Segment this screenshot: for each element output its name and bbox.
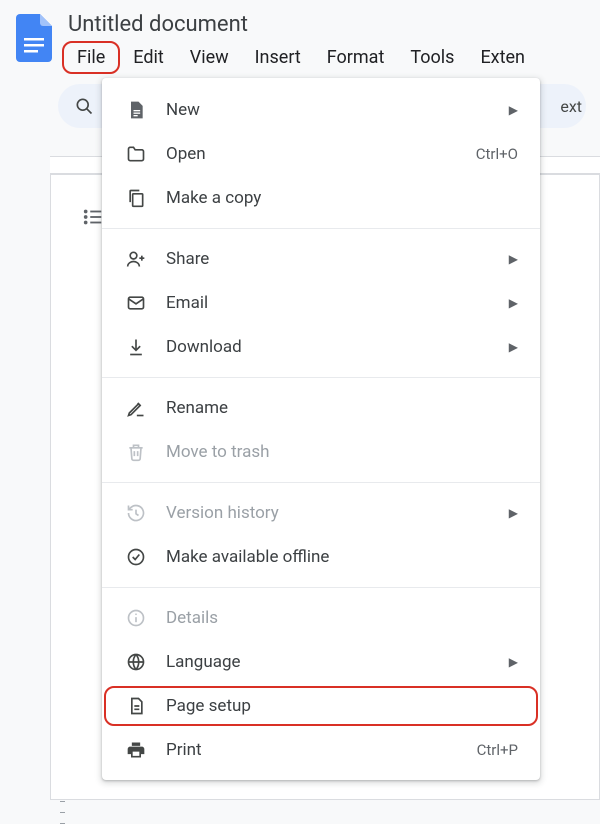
document-title[interactable]: Untitled document — [62, 10, 600, 39]
menu-item-download[interactable]: Download ▶ — [102, 325, 540, 369]
menu-item-label: Email — [166, 293, 208, 313]
menu-edit[interactable]: Edit — [120, 41, 176, 74]
title-area: Untitled document File Edit View Insert … — [62, 10, 600, 74]
copy-icon — [124, 186, 148, 210]
menu-item-label: Share — [166, 249, 209, 269]
menu-extensions[interactable]: Exten — [467, 41, 538, 74]
print-icon — [124, 738, 148, 762]
submenu-arrow-icon: ▶ — [509, 296, 518, 310]
person-add-icon — [124, 247, 148, 271]
menu-item-page-setup[interactable]: Page setup — [102, 684, 540, 728]
menu-tools[interactable]: Tools — [397, 41, 467, 74]
menu-item-label: Version history — [166, 503, 279, 523]
menu-item-label: Language — [166, 652, 241, 672]
rename-icon — [124, 396, 148, 420]
menu-item-share[interactable]: Share ▶ — [102, 237, 540, 281]
trash-icon — [124, 440, 148, 464]
menu-item-label: Make a copy — [166, 188, 261, 208]
menu-item-label: Make available offline — [166, 547, 329, 567]
menu-format[interactable]: Format — [314, 41, 398, 74]
info-icon — [124, 606, 148, 630]
menu-separator — [102, 228, 540, 229]
menu-item-label: Open — [166, 144, 206, 164]
menu-item-rename[interactable]: Rename — [102, 386, 540, 430]
menu-shortcut: Ctrl+P — [477, 741, 518, 759]
menu-item-version-history: Version history ▶ — [102, 491, 540, 535]
submenu-arrow-icon: ▶ — [509, 506, 518, 520]
submenu-arrow-icon: ▶ — [509, 655, 518, 669]
menu-item-print[interactable]: Print Ctrl+P — [102, 728, 540, 772]
submenu-arrow-icon: ▶ — [509, 340, 518, 354]
menubar: File Edit View Insert Format Tools Exten — [62, 41, 600, 74]
menu-item-label: Download — [166, 337, 242, 357]
menu-item-label: Move to trash — [166, 442, 269, 462]
submenu-arrow-icon: ▶ — [509, 252, 518, 266]
menu-item-language[interactable]: Language ▶ — [102, 640, 540, 684]
docs-logo-icon — [16, 14, 52, 62]
menu-item-email[interactable]: Email ▶ — [102, 281, 540, 325]
folder-icon — [124, 142, 148, 166]
menu-item-open[interactable]: Open Ctrl+O — [102, 132, 540, 176]
menu-item-move-to-trash: Move to trash — [102, 430, 540, 474]
menu-item-new[interactable]: New ▶ — [102, 88, 540, 132]
header: Untitled document File Edit View Insert … — [0, 0, 600, 74]
search-icon[interactable] — [74, 96, 94, 116]
submenu-arrow-icon: ▶ — [509, 103, 518, 117]
email-icon — [124, 291, 148, 315]
bulleted-list-icon[interactable] — [82, 206, 104, 228]
menu-item-make-a-copy[interactable]: Make a copy — [102, 176, 540, 220]
menu-item-label: Rename — [166, 398, 228, 418]
menu-item-make-available-offline[interactable]: Make available offline — [102, 535, 540, 579]
menu-insert[interactable]: Insert — [242, 41, 314, 74]
menu-file[interactable]: File — [62, 41, 120, 74]
offline-icon — [124, 545, 148, 569]
menu-shortcut: Ctrl+O — [476, 145, 518, 163]
menu-view[interactable]: View — [177, 41, 242, 74]
menu-separator — [102, 587, 540, 588]
history-icon — [124, 501, 148, 525]
toolbar-truncated-text: ext — [560, 97, 582, 116]
docs-logo[interactable] — [14, 12, 54, 64]
page-icon — [124, 98, 148, 122]
menu-separator — [102, 377, 540, 378]
menu-item-label: Print — [166, 740, 202, 760]
file-menu-dropdown: New▶OpenCtrl+OMake a copyShare▶Email▶Dow… — [102, 78, 540, 780]
menu-item-label: Details — [166, 608, 218, 628]
menu-item-label: New — [166, 100, 200, 120]
menu-item-label: Page setup — [166, 696, 251, 716]
page-setup-icon — [124, 694, 148, 718]
menu-separator — [102, 482, 540, 483]
globe-icon — [124, 650, 148, 674]
download-icon — [124, 335, 148, 359]
menu-item-details: Details — [102, 596, 540, 640]
